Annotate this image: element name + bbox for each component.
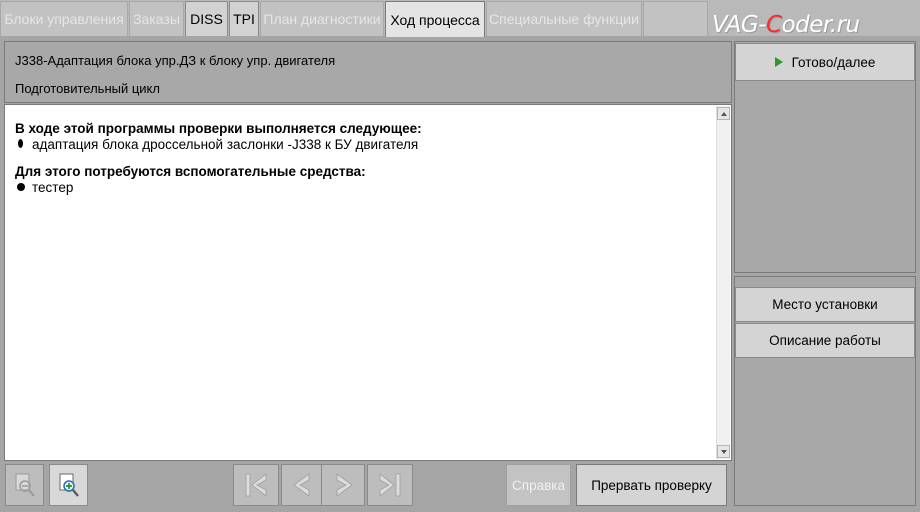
next-page-button[interactable] (321, 464, 365, 506)
next-page-icon (336, 473, 353, 497)
list-item: адаптация блока дроссельной заслонки -J3… (15, 137, 705, 153)
abort-test-button[interactable]: Прервать проверку (576, 464, 727, 506)
procedure-header: J338-Адаптация блока упр.ДЗ к блоку упр.… (4, 41, 732, 103)
play-icon (774, 57, 783, 67)
help-button[interactable]: Справка (506, 464, 571, 506)
tab-process[interactable]: Ход процесса (385, 1, 485, 37)
instruction-text-area: В ходе этой программы проверки выполняет… (4, 104, 732, 461)
tab-special-functions[interactable]: Специальные функции (486, 1, 642, 36)
tab-control-units[interactable]: Блоки управления (0, 1, 128, 36)
zoom-in-button[interactable] (49, 464, 88, 506)
tab-empty-slot (643, 1, 708, 36)
procedure-title: J338-Адаптация блока упр.ДЗ к блоку упр.… (15, 53, 336, 68)
instruction-text: В ходе этой программы проверки выполняет… (15, 120, 705, 196)
site-logo: VAG-Coder.ru (712, 12, 860, 38)
work-description-button[interactable]: Описание работы (735, 323, 915, 358)
prev-page-button[interactable] (281, 464, 325, 506)
install-location-button[interactable]: Место установки (735, 287, 915, 322)
zoom-in-icon (59, 473, 79, 497)
scroll-down-button[interactable] (717, 445, 730, 458)
arrow-down-icon (720, 449, 727, 454)
bottom-toolbar: Справка Прервать проверку (0, 462, 732, 512)
procedure-subtitle: Подготовительный цикл (15, 81, 160, 96)
first-page-icon (245, 473, 267, 497)
zoom-out-button[interactable] (5, 464, 44, 506)
scroll-up-button[interactable] (717, 107, 730, 120)
last-page-icon (379, 473, 401, 497)
bullet-icon (18, 139, 23, 148)
tab-orders[interactable]: Заказы (129, 1, 184, 36)
tab-diss[interactable]: DISS (185, 1, 228, 36)
prev-page-icon (293, 473, 310, 497)
first-page-button[interactable] (233, 464, 279, 506)
tab-diagnostic-plan[interactable]: План диагностики (260, 1, 384, 36)
vertical-scrollbar[interactable] (716, 106, 730, 459)
section-heading-procedure: В ходе этой программы проверки выполняет… (15, 121, 422, 136)
arrow-up-icon (720, 111, 727, 116)
bullet-icon (17, 183, 25, 191)
list-item: тестер (15, 180, 705, 196)
done-next-button[interactable]: Готово/далее (735, 43, 915, 81)
section-heading-tools: Для этого потребуются вспомогательные ср… (15, 164, 366, 179)
tab-tpi[interactable]: TPI (229, 1, 259, 36)
last-page-button[interactable] (367, 464, 413, 506)
zoom-out-icon (15, 473, 35, 497)
